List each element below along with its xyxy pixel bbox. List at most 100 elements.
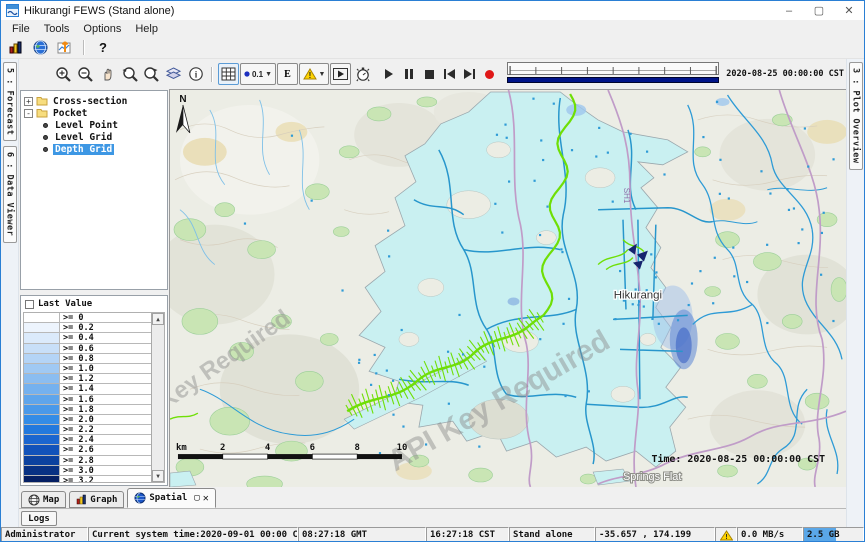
status-user: Administrator — [1, 527, 88, 542]
map-display-button[interactable] — [29, 38, 51, 58]
pause-icon — [405, 69, 413, 79]
labels-button[interactable]: E — [277, 63, 298, 85]
legend-swatch — [24, 425, 60, 434]
thresholds-dropdown[interactable]: ! ▼ — [299, 63, 329, 85]
legend-scrollbar[interactable]: ▲ ▼ — [151, 313, 164, 482]
status-memory: 2.5 GB — [803, 527, 864, 542]
last-value-checkbox[interactable] — [25, 300, 34, 309]
legend-panel: Last Value >= 0>= 0.2>= 0.4>= 0.6>= 0.8>… — [20, 295, 168, 486]
current-time-label: 2020-08-25 00:00:00 CST — [726, 69, 846, 79]
logs-button[interactable]: Logs — [21, 511, 57, 526]
wireframe-globe-icon — [28, 494, 40, 506]
tree-item-level-grid[interactable]: Level Grid — [24, 131, 167, 143]
status-warning[interactable]: ! — [715, 527, 737, 542]
status-coordinates: -35.657 , 174.199 — [595, 527, 715, 542]
last-value-label: Last Value — [38, 299, 92, 309]
menu-item-options[interactable]: Options — [76, 22, 128, 36]
legend-threshold-label: >= 0.6 — [60, 344, 151, 353]
legend-threshold-label: >= 2.2 — [60, 425, 151, 434]
legend-swatch — [24, 405, 60, 414]
layer-tree: +Cross-section-PocketLevel PointLevel Gr… — [20, 90, 168, 290]
stopwatch-icon — [355, 66, 371, 82]
leaf-bullet-icon — [43, 147, 48, 152]
timeseries-button[interactable] — [54, 38, 76, 58]
tree-item-level-point[interactable]: Level Point — [24, 119, 167, 131]
step-back-icon — [444, 69, 455, 79]
tab-plot-overview[interactable]: 3 : Plot Overview — [849, 62, 863, 170]
tab-spatial[interactable]: Spatial ▢ ✕ — [127, 488, 215, 508]
legend-threshold-label: >= 2.0 — [60, 415, 151, 424]
tab-map[interactable]: Map — [21, 491, 66, 508]
scroll-down-icon[interactable]: ▼ — [152, 470, 164, 482]
legend-row: >= 1.8 — [24, 405, 151, 415]
left-tab-strip: 5 : Forecast 6 : Data Viewer — [1, 59, 19, 527]
movie-button[interactable] — [330, 63, 351, 85]
legend-swatch — [24, 364, 60, 373]
menu-item-tools[interactable]: Tools — [37, 22, 77, 36]
legend-swatch — [24, 435, 60, 444]
animation-settings-button[interactable] — [352, 63, 373, 85]
pause-button[interactable] — [400, 65, 418, 83]
time-span-bar[interactable] — [507, 77, 719, 83]
tree-expander-icon[interactable]: - — [24, 109, 33, 118]
toolbar-separator — [83, 40, 85, 55]
tree-expander-icon[interactable]: + — [24, 97, 33, 106]
play-button[interactable] — [380, 65, 398, 83]
tab-graph[interactable]: Graph — [69, 491, 124, 508]
menu-item-file[interactable]: File — [5, 22, 37, 36]
chevron-down-icon: ▼ — [319, 71, 326, 78]
spatial-map[interactable]: SH1 — [170, 90, 846, 487]
time-slider[interactable] — [507, 62, 719, 86]
hand-icon — [100, 66, 116, 82]
pan-button[interactable] — [97, 63, 118, 85]
class-breaks-dropdown[interactable]: 0.1 ▼ — [240, 63, 276, 85]
town-label: Hikurangi — [614, 289, 662, 301]
record-button[interactable] — [480, 65, 498, 83]
zoom-previous-button[interactable] — [119, 63, 140, 85]
scroll-up-icon[interactable]: ▲ — [152, 313, 164, 325]
map-viewport[interactable]: SH1 — [169, 89, 846, 487]
info-button[interactable]: i — [185, 63, 206, 85]
tree-item-label: Depth Grid — [53, 144, 114, 155]
step-back-button[interactable] — [440, 65, 458, 83]
legend-row: >= 0.2 — [24, 323, 151, 333]
status-network-rate: 0.0 MB/s — [737, 527, 803, 542]
legend-threshold-label: >= 2.8 — [60, 456, 151, 465]
legend-swatch — [24, 384, 60, 393]
tree-item-cross-section[interactable]: +Cross-section — [24, 95, 167, 107]
chevron-down-icon: ▼ — [265, 71, 272, 78]
time-ruler[interactable] — [507, 62, 719, 75]
help-button[interactable]: ? — [92, 38, 114, 58]
tab-maximize-icon[interactable]: ▢ — [194, 493, 199, 503]
zoom-next-button[interactable] — [141, 63, 162, 85]
menu-item-help[interactable]: Help — [128, 22, 165, 36]
zoom-next-icon — [143, 66, 161, 83]
tab-spatial-label: Spatial — [149, 493, 187, 503]
maximize-button[interactable]: ▢ — [804, 1, 834, 20]
legend-row: >= 0 — [24, 313, 151, 323]
tab-close-icon[interactable]: ✕ — [203, 493, 209, 504]
bar-chart-icon — [8, 40, 23, 55]
explorer-button[interactable] — [4, 38, 26, 58]
minimize-button[interactable]: – — [774, 1, 804, 20]
tab-data-viewer[interactable]: 6 : Data Viewer — [3, 146, 17, 242]
close-button[interactable]: ✕ — [834, 1, 864, 20]
tree-item-pocket[interactable]: -Pocket — [24, 107, 167, 119]
tab-forecast[interactable]: 5 : Forecast — [3, 62, 17, 141]
main-toolbar: ? — [1, 37, 864, 59]
grid-display-button[interactable] — [218, 63, 239, 85]
legend-swatch — [24, 313, 60, 322]
zoom-out-button[interactable] — [75, 63, 96, 85]
tree-item-depth-grid[interactable]: Depth Grid — [24, 143, 167, 155]
help-icon: ? — [99, 40, 107, 55]
warning-icon: ! — [720, 530, 733, 541]
legend-swatch — [24, 344, 60, 353]
movie-play-icon — [333, 68, 348, 80]
stop-icon — [425, 70, 434, 79]
legend-row: >= 1.4 — [24, 384, 151, 394]
stop-button[interactable] — [420, 65, 438, 83]
step-forward-button[interactable] — [460, 65, 478, 83]
svg-text:N: N — [179, 94, 186, 105]
layers-button[interactable] — [163, 63, 184, 85]
zoom-in-button[interactable] — [53, 63, 74, 85]
